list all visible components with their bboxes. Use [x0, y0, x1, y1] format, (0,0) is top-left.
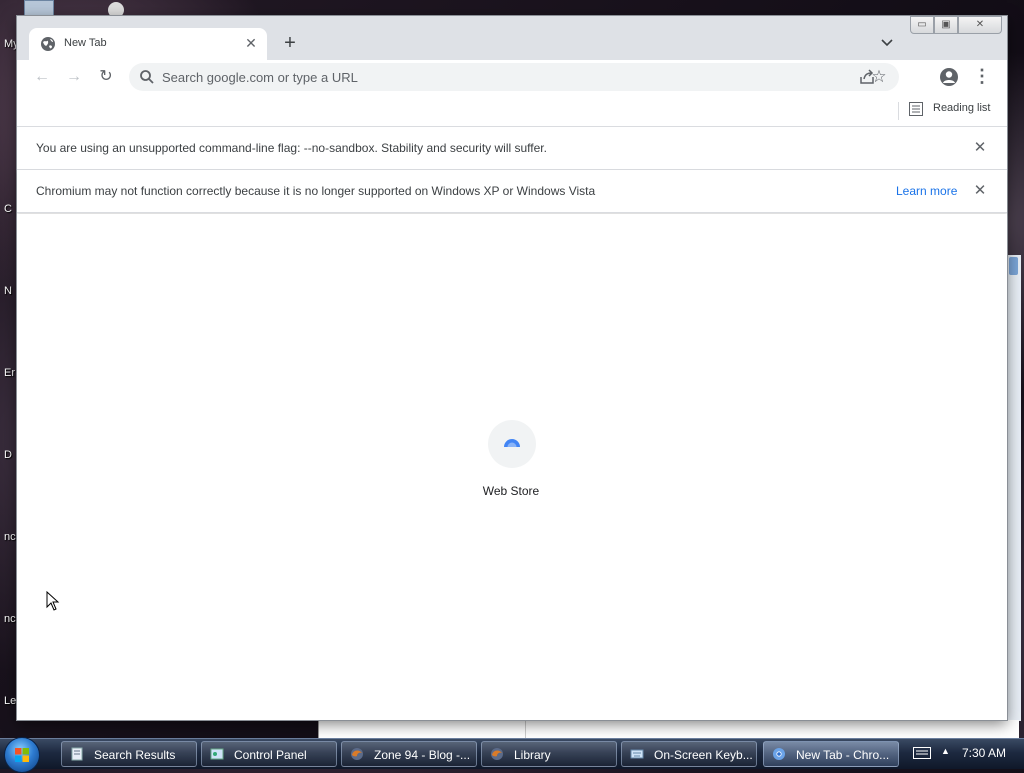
scrollbar-thumb[interactable]	[1009, 257, 1018, 275]
taskbar-item-search-results[interactable]: Search Results	[61, 741, 197, 767]
desktop-icon-label[interactable]: N	[4, 285, 12, 297]
taskbar-item-label: Search Results	[94, 748, 176, 762]
sandbox-warning-infobar: You are using an unsupported command-lin…	[17, 127, 1007, 170]
shortcut-label: Web Store	[482, 484, 540, 498]
desktop-icon-label[interactable]: D	[4, 449, 12, 461]
maximize-button[interactable]: ▣	[934, 16, 958, 34]
close-tab-icon[interactable]: ✕	[243, 35, 259, 51]
desktop-icon-label[interactable]: Er	[4, 367, 15, 379]
close-window-button[interactable]: ✕	[958, 16, 1002, 34]
chromium-icon	[773, 748, 785, 760]
mouse-cursor-icon	[46, 591, 60, 611]
omnibox-input[interactable]	[162, 67, 762, 87]
reading-list-icon	[909, 102, 923, 116]
control-panel-icon	[210, 748, 224, 760]
windows-logo-icon	[15, 748, 29, 762]
close-infobar-icon[interactable]: ✕	[971, 139, 989, 157]
chevron-down-icon-glyph	[881, 39, 893, 47]
taskbar-item-label: Zone 94 - Blog -...	[374, 748, 471, 762]
firefox-icon	[491, 748, 503, 760]
firefox-icon	[351, 748, 363, 760]
taskbar-item-label: New Tab - Chro...	[796, 748, 890, 762]
taskbar-item-zone94-blog[interactable]: Zone 94 - Blog -...	[341, 741, 477, 767]
desktop-icon-label[interactable]: C	[4, 203, 12, 215]
taskbar-item-library[interactable]: Library	[481, 741, 617, 767]
globe-icon	[41, 37, 55, 51]
shortcut-tile	[488, 420, 536, 468]
close-infobar-icon[interactable]: ✕	[971, 182, 989, 200]
minimize-button[interactable]: ▭	[910, 16, 934, 34]
new-tab-button[interactable]: +	[279, 33, 301, 55]
background-window-scrollbar[interactable]	[1006, 255, 1021, 721]
keyboard-tray-icon[interactable]	[913, 747, 931, 759]
search-icon	[140, 70, 154, 84]
address-bar[interactable]	[129, 63, 899, 91]
chromium-window: New Tab ✕ + ▭ ▣ ✕ ← → ↻ ☆	[17, 16, 1007, 720]
chrome-web-store-icon	[504, 439, 520, 452]
search-results-icon	[71, 747, 83, 761]
taskbar-item-label: Library	[514, 748, 551, 762]
background-window	[318, 720, 1019, 738]
reload-icon[interactable]: ↻	[94, 65, 118, 89]
desktop-icon-label[interactable]: nc	[4, 531, 16, 543]
title-bar[interactable]: New Tab ✕ + ▭ ▣ ✕	[17, 16, 1007, 60]
taskbar-item-new-tab-chromium[interactable]: New Tab - Chro...	[763, 741, 899, 767]
desktop-icon-label[interactable]: nc	[4, 613, 16, 625]
back-arrow-icon[interactable]: ←	[30, 65, 54, 89]
profile-avatar-icon[interactable]	[938, 65, 960, 89]
bookmark-star-icon[interactable]: ☆	[868, 65, 890, 89]
toolbar: ← → ↻ ☆ ⋮	[17, 60, 1007, 94]
clock[interactable]: 7:30 AM	[962, 746, 1006, 760]
more-menu-icon[interactable]: ⋮	[972, 65, 992, 89]
divider	[898, 102, 899, 120]
taskbar-item-on-screen-keyboard[interactable]: On-Screen Keyb...	[621, 741, 757, 767]
shortcut-web-store[interactable]: Web Store	[469, 420, 553, 510]
taskbar-item-control-panel[interactable]: Control Panel	[201, 741, 337, 767]
chevron-down-icon[interactable]	[877, 33, 897, 53]
forward-arrow-icon[interactable]: →	[62, 65, 86, 89]
taskbar-item-label: Control Panel	[234, 748, 307, 762]
taskbar: Search Results Control Panel Zone 94 - B…	[0, 737, 1024, 773]
learn-more-link[interactable]: Learn more	[896, 184, 957, 198]
new-tab-page: Web Store	[17, 214, 1007, 720]
tab-title: New Tab	[64, 37, 107, 49]
bookmarks-bar: Reading list	[17, 94, 1007, 127]
divider	[525, 720, 526, 738]
infobar-message: You are using an unsupported command-lin…	[36, 141, 547, 155]
tab-new-tab[interactable]: New Tab ✕	[29, 28, 267, 60]
reading-list-label: Reading list	[933, 102, 991, 114]
keyboard-icon	[630, 749, 644, 759]
taskbar-item-label: On-Screen Keyb...	[654, 748, 753, 762]
infobar-message: Chromium may not function correctly beca…	[36, 184, 596, 198]
show-hidden-icons-icon[interactable]: ▲	[941, 746, 950, 756]
unsupported-os-infobar: Chromium may not function correctly beca…	[17, 170, 1007, 213]
